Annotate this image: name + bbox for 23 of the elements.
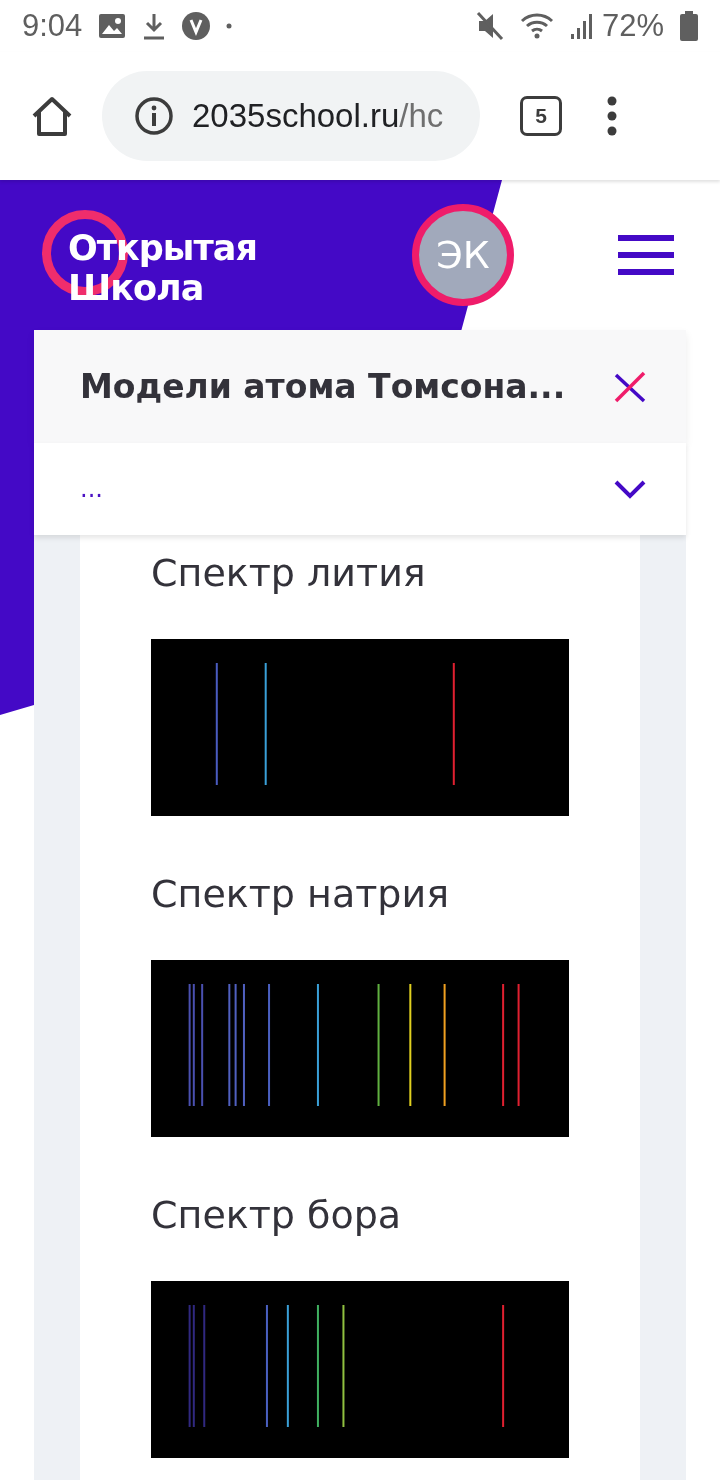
battery-icon — [680, 11, 698, 41]
more-icon[interactable] — [606, 96, 618, 136]
status-time: 9:04 — [22, 8, 83, 44]
lesson-title: Модели атома Томсона... — [80, 367, 567, 406]
section-dropdown[interactable]: ... — [34, 443, 686, 535]
spectrum-heading: Спектр натрия — [151, 871, 450, 918]
signal-icon — [569, 12, 594, 40]
address-bar[interactable]: 2035school.ru/hc — [102, 71, 480, 161]
spectrum-heading: Спектр бора — [151, 1192, 403, 1239]
v-circle-icon — [182, 12, 211, 40]
battery-percent: 72% — [601, 8, 664, 44]
download-icon — [142, 12, 167, 40]
info-icon — [134, 96, 174, 136]
dot-icon — [226, 23, 233, 29]
image-icon — [98, 13, 127, 39]
tab-count-button[interactable]: 5 — [520, 96, 562, 136]
wifi-icon — [519, 12, 554, 40]
chevron-down-icon — [614, 479, 646, 499]
spectrum-heading: Спектр лития — [151, 550, 427, 597]
menu-icon[interactable] — [618, 235, 674, 275]
home-icon[interactable] — [30, 96, 74, 136]
close-icon[interactable] — [614, 370, 646, 403]
mute-icon — [475, 11, 504, 41]
